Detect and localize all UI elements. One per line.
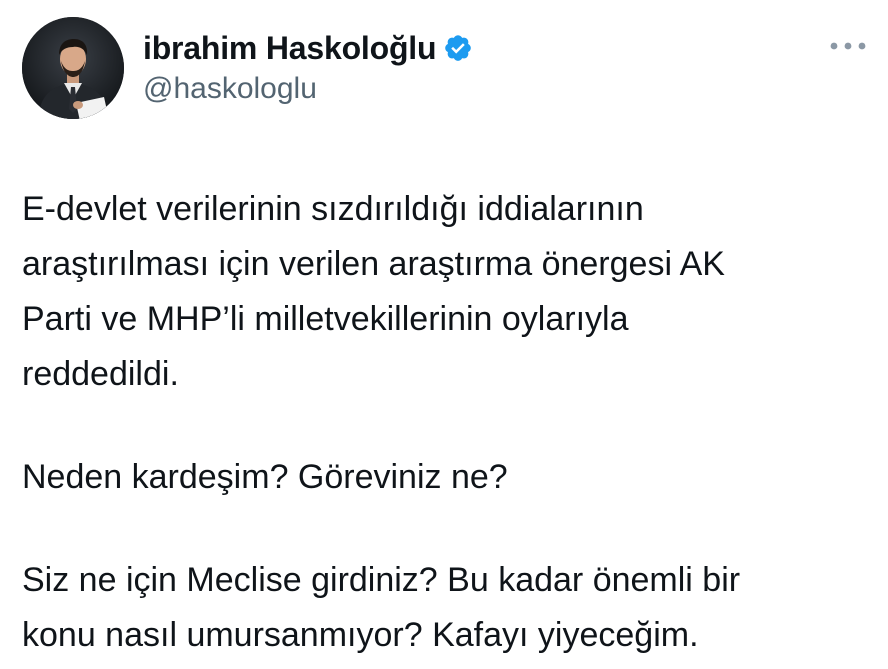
tweet-text: E-devlet verilerinin sızdırıldığı iddial…	[22, 182, 872, 663]
text-line: E-devlet verilerinin sızdırıldığı iddial…	[22, 190, 644, 228]
tweet-paragraph: E-devlet verilerinin sızdırıldığı iddial…	[22, 182, 872, 402]
author-handle[interactable]: @haskologlu	[143, 72, 317, 106]
text-line: Parti ve MHP’li milletvekillerinin oylar…	[22, 300, 629, 338]
verified-badge-icon[interactable]	[443, 33, 473, 63]
text-line: araştırılması için verilen araştırma öne…	[22, 245, 725, 283]
author-name-row[interactable]: ibrahim Haskoloğlu	[143, 27, 473, 69]
text-line: Siz ne için Meclise girdiniz? Bu kadar ö…	[22, 561, 741, 599]
more-horizontal-icon	[830, 42, 866, 50]
text-line: reddedildi.	[22, 355, 179, 393]
tweet-paragraph: Neden kardeşim? Göreviniz ne?	[22, 450, 872, 505]
tweet-card: ibrahim Haskoloğlu @haskologlu E-devlet …	[0, 0, 888, 669]
display-name[interactable]: ibrahim Haskoloğlu	[143, 30, 437, 67]
avatar[interactable]	[22, 17, 124, 119]
text-line: Neden kardeşim? Göreviniz ne?	[22, 458, 508, 496]
text-line: konu nasıl umursanmıyor? Kafayı yiyeceği…	[22, 616, 699, 654]
profile-photo-icon	[22, 17, 124, 119]
more-options-button[interactable]	[826, 34, 870, 58]
tweet-paragraph: Siz ne için Meclise girdiniz? Bu kadar ö…	[22, 553, 872, 663]
